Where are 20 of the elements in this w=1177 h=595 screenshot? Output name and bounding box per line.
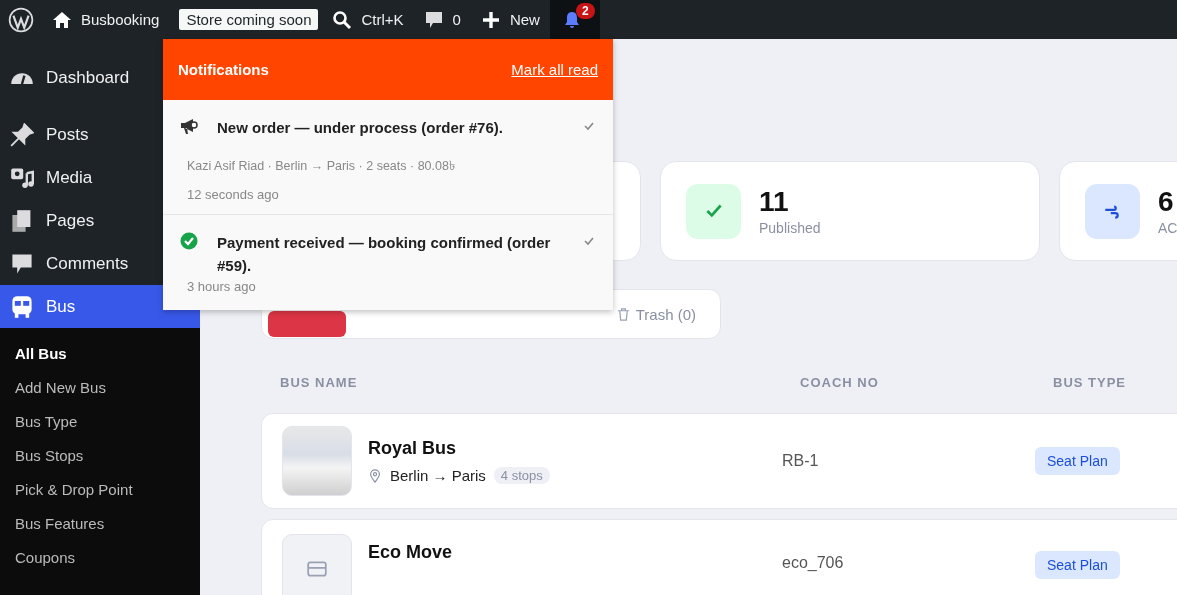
store-status-badge: Store coming soon xyxy=(179,9,319,30)
route-text: Berlin → Paris xyxy=(390,467,486,484)
notification-count-badge: 2 xyxy=(575,3,595,19)
notification-title: New order — under process (order #76). xyxy=(217,118,504,138)
stat-label: Published xyxy=(759,220,821,236)
stat-label: AC xyxy=(1158,220,1177,236)
notifications-title: Notifications xyxy=(178,61,269,78)
column-header: COACH NO xyxy=(800,375,880,392)
stat-value: 6 xyxy=(1158,186,1175,218)
stat-value: 11 xyxy=(759,186,790,218)
notification-time: 12 seconds ago xyxy=(187,187,280,202)
column-header: BUS TYPE xyxy=(1053,375,1126,392)
stops-tag: 4 stops xyxy=(493,467,550,484)
notification-details: Kazi Asif Riad · Berlin → Paris · 2 seats · 80.08৳ xyxy=(187,158,456,175)
notification-title: Payment received — booking confirmed (order #59). xyxy=(217,233,552,276)
comment-count: 0 xyxy=(452,11,461,28)
coach-number: eco_706 xyxy=(782,554,845,572)
column-header: BUS NAME xyxy=(279,375,359,392)
search-shortcut: Ctrl+K xyxy=(361,11,404,28)
coach-number: RB-1 xyxy=(782,452,820,470)
